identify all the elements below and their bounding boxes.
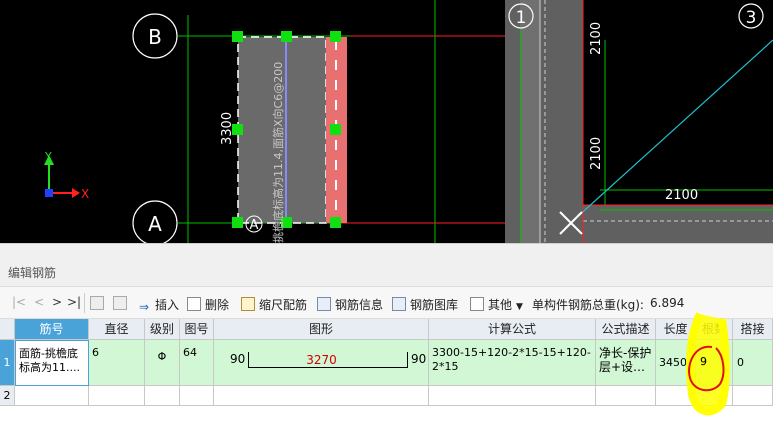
axis-label-3: 3 (746, 8, 757, 28)
grip[interactable] (232, 31, 243, 42)
dim-text-2100-b: 2100 (589, 137, 604, 170)
count-value-overlay: 9 (700, 355, 707, 368)
wall-inner (520, 0, 540, 243)
axis-label-a: A (148, 212, 162, 236)
rebar-annotation: 挑檐底标高为11.4,面筋X向C6@200 (271, 62, 285, 243)
ucs-origin (45, 189, 53, 197)
grip[interactable] (281, 31, 292, 42)
ucs-x-arrow (72, 188, 80, 198)
grip[interactable] (330, 31, 341, 42)
ucs-y-label: Y (44, 150, 52, 163)
grip[interactable] (330, 124, 341, 135)
wall-column-1 (505, 0, 583, 243)
dim-text-2100-c: 2100 (665, 188, 698, 203)
dim-text-2100-a: 2100 (589, 22, 604, 55)
wall-beam (583, 205, 773, 243)
grip[interactable] (330, 217, 341, 228)
cad-canvas: B A 1 3 A 3300 2100 2100 2100 挑檐底标高为11.4… (44, 0, 773, 243)
cad-drawing-area[interactable]: B A 1 3 A 3300 2100 2100 2100 挑檐底标高为11.4… (0, 0, 773, 243)
grip[interactable] (232, 217, 243, 228)
axis-label-b: B (148, 25, 162, 49)
small-marker-a-label: A (250, 218, 259, 233)
axis-label-1: 1 (516, 8, 527, 28)
edit-rebar-panel: 编辑钢筋 |< < > >| ⇒ 插入 删除 缩尺配筋 钢筋信息 钢筋图库 其他 ▼… (0, 243, 773, 436)
dim-text-3300: 3300 (220, 112, 235, 145)
markup-overlay: 9 (686, 312, 730, 416)
yellow-highlight (686, 312, 730, 416)
ucs-x-label: X (81, 187, 89, 201)
